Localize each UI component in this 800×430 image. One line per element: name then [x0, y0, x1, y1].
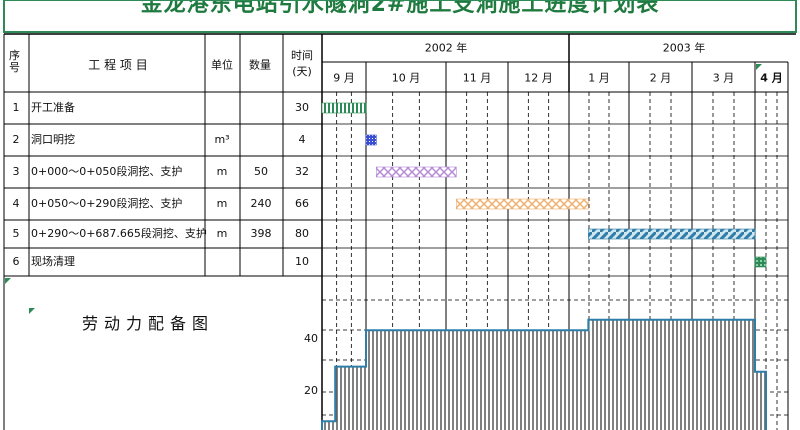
row-unit: m	[216, 197, 228, 210]
row-days: 66	[295, 197, 309, 210]
month-label: 9 月	[333, 71, 355, 85]
y-tick-label: 20	[304, 384, 318, 397]
title-frame	[3, 0, 797, 33]
row-no: 5	[12, 227, 20, 240]
gantt-bar	[321, 102, 367, 114]
month-label: 2 月	[649, 71, 672, 85]
labor-chart-title: 劳动力配备图	[82, 314, 215, 333]
row-item: 0+050～0+290段洞挖、支护	[31, 197, 183, 210]
year-2003-label: 2003 年	[662, 41, 706, 55]
gantt-bar	[456, 198, 589, 210]
row-no: 3	[12, 165, 20, 178]
month-label: 12 月	[524, 71, 553, 85]
header-no: 序号	[9, 49, 20, 74]
gantt-bar	[365, 134, 377, 146]
month-label: 3 月	[712, 71, 735, 85]
row-days: 10	[295, 255, 309, 268]
row-qty: 398	[250, 227, 272, 240]
row-unit: m	[216, 165, 228, 178]
row-no: 2	[12, 133, 20, 146]
row-item: 现场清理	[31, 255, 75, 268]
header-item: 工 程 项 目	[88, 58, 148, 72]
row-days: 4	[298, 133, 306, 146]
gantt-bar	[376, 166, 457, 178]
row-qty: 240	[250, 197, 272, 210]
header-qty: 数量	[249, 58, 271, 72]
row-unit: m	[216, 227, 228, 240]
row-qty: 50	[254, 165, 268, 178]
row-days: 32	[295, 165, 309, 178]
month-label: 1 月	[588, 71, 610, 85]
month-label: 10 月	[391, 71, 421, 85]
header-days: 时间(天)	[291, 49, 313, 78]
row-item: 0+000～0+050段洞挖、支护	[31, 165, 183, 178]
gantt-bar	[588, 228, 756, 240]
row-no: 6	[12, 255, 20, 268]
row-unit: m³	[214, 133, 230, 146]
corner-mark	[5, 278, 11, 284]
labor-area	[322, 319, 766, 430]
y-tick-label: 40	[304, 332, 318, 345]
row-no: 1	[12, 101, 20, 114]
header-unit: 单位	[211, 58, 233, 72]
gantt-bar	[754, 256, 767, 268]
corner-mark	[29, 308, 35, 314]
schedule-sheet: 金龙港东电站引水隧洞2#施工支洞施工进度计划表 20 40 序号 工 程 项 目 …	[0, 0, 800, 430]
row-item: 洞口明挖	[31, 133, 75, 146]
corner-mark	[756, 64, 762, 70]
row-days: 80	[295, 227, 309, 240]
year-2002-label: 2002 年	[424, 41, 468, 55]
month-label: 4 月	[760, 71, 783, 85]
month-label: 11 月	[462, 71, 492, 85]
row-item: 0+290～0+687.665段洞挖、支护	[31, 227, 207, 240]
row-item: 开工准备	[31, 101, 75, 114]
row-days: 30	[295, 101, 309, 114]
row-no: 4	[12, 197, 20, 210]
